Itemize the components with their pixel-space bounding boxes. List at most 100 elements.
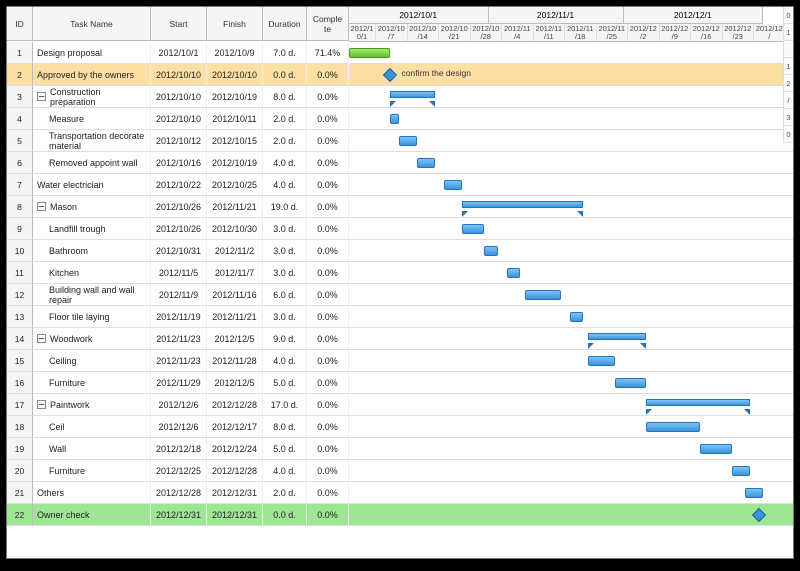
cell-task-name[interactable]: Kitchen [33,262,151,284]
cell-id[interactable]: 12 [7,284,33,306]
table-row[interactable]: 5Transportation decorate material2012/10… [7,130,793,152]
cell-id[interactable]: 2 [7,64,33,86]
cell-task-name[interactable]: Paintwork [33,394,151,416]
cell-task-name[interactable]: Ceil [33,416,151,438]
table-row[interactable]: 20Furniture2012/12/252012/12/284.0 d.0.0… [7,460,793,482]
milestone-diamond[interactable] [751,508,765,522]
task-bar[interactable] [390,114,399,124]
cell-id[interactable]: 9 [7,218,33,240]
cell-task-name[interactable]: Wall [33,438,151,460]
col-start[interactable]: Start [151,7,207,41]
table-row[interactable]: 2Approved by the owners2012/10/102012/10… [7,64,793,86]
cell-id[interactable]: 7 [7,174,33,196]
cell-id[interactable]: 6 [7,152,33,174]
col-duration[interactable]: Duration [263,7,307,41]
summary-bar[interactable] [588,333,647,340]
cell-task-name[interactable]: Building wall and wall repair [33,284,151,306]
cell-task-name[interactable]: Removed appoint wall [33,152,151,174]
summary-bar[interactable] [646,399,750,406]
cell-id[interactable]: 17 [7,394,33,416]
col-finish[interactable]: Finish [207,7,263,41]
table-row[interactable]: 8Mason2012/10/262012/11/2119.0 d.0.0% [7,196,793,218]
table-row[interactable]: 4Measure2012/10/102012/10/112.0 d.0.0% [7,108,793,130]
cell-task-name[interactable]: Furniture [33,372,151,394]
cell-id[interactable]: 10 [7,240,33,262]
task-bar[interactable] [484,246,498,256]
table-row[interactable]: 9Landfill trough2012/10/262012/10/303.0 … [7,218,793,240]
task-bar[interactable] [444,180,462,190]
table-row[interactable]: 14Woodwork2012/11/232012/12/59.0 d.0.0% [7,328,793,350]
cell-task-name[interactable]: Measure [33,108,151,130]
cell-task-name[interactable]: Others [33,482,151,504]
cell-task-name[interactable]: Transportation decorate material [33,130,151,152]
task-bar[interactable] [732,466,750,476]
cell-id[interactable]: 8 [7,196,33,218]
expand-toggle-icon[interactable] [37,400,46,409]
cell-task-name[interactable]: Floor tile laying [33,306,151,328]
task-bar[interactable] [646,422,700,432]
summary-bar[interactable] [462,201,584,208]
task-bar[interactable] [745,488,763,498]
table-row[interactable]: 16Furniture2012/11/292012/12/55.0 d.0.0% [7,372,793,394]
table-row[interactable]: 7Water electrician2012/10/222012/10/254.… [7,174,793,196]
cell-task-name[interactable]: Owner check [33,504,151,526]
cell-id[interactable]: 21 [7,482,33,504]
cell-id[interactable]: 22 [7,504,33,526]
cell-id[interactable]: 14 [7,328,33,350]
expand-toggle-icon[interactable] [37,202,46,211]
cell-id[interactable]: 15 [7,350,33,372]
table-row[interactable]: 1Design proposal2012/10/12012/10/97.0 d.… [7,42,793,64]
cell-id[interactable]: 5 [7,130,33,152]
task-bar[interactable] [700,444,732,454]
cell-id[interactable]: 4 [7,108,33,130]
col-id[interactable]: ID [7,7,33,41]
table-row[interactable]: 10Bathroom2012/10/312012/11/23.0 d.0.0% [7,240,793,262]
table-row[interactable]: 3Construction preparation2012/10/102012/… [7,86,793,108]
table-row[interactable]: 19Wall2012/12/182012/12/245.0 d.0.0% [7,438,793,460]
cell-task-name[interactable]: Bathroom [33,240,151,262]
table-row[interactable]: 12Building wall and wall repair2012/11/9… [7,284,793,306]
task-bar[interactable] [349,48,390,58]
col-name[interactable]: Task Name [33,7,151,41]
expand-toggle-icon[interactable] [37,92,46,101]
cell-id[interactable]: 16 [7,372,33,394]
table-row[interactable]: 15Ceiling2012/11/232012/11/284.0 d.0.0% [7,350,793,372]
table-row[interactable]: 13Floor tile laying2012/11/192012/11/213… [7,306,793,328]
task-bar[interactable] [588,356,615,366]
task-bar[interactable] [399,136,417,146]
task-bar[interactable] [507,268,521,278]
task-bar[interactable] [525,290,561,300]
cell-id[interactable]: 20 [7,460,33,482]
cell-task-name[interactable]: Approved by the owners [33,64,151,86]
gantt-row [349,240,793,262]
cell-id[interactable]: 18 [7,416,33,438]
cell-id[interactable]: 1 [7,42,33,64]
task-bar[interactable] [570,312,584,322]
table-row[interactable]: 18Ceil2012/12/62012/12/178.0 d.0.0% [7,416,793,438]
cell-task-name[interactable]: Mason [33,196,151,218]
task-bar[interactable] [462,224,485,234]
cell-id[interactable]: 13 [7,306,33,328]
cell-complete: 0.0% [307,108,349,130]
table-row[interactable]: 6Removed appoint wall2012/10/162012/10/1… [7,152,793,174]
cell-task-name[interactable]: Ceiling [33,350,151,372]
table-row[interactable]: 21Others2012/12/282012/12/312.0 d.0.0% [7,482,793,504]
cell-id[interactable]: 19 [7,438,33,460]
table-row[interactable]: 11Kitchen2012/11/52012/11/73.0 d.0.0% [7,262,793,284]
col-complete[interactable]: Comple te [307,7,349,41]
summary-bar[interactable] [390,91,435,98]
milestone-diamond[interactable] [382,68,396,82]
cell-task-name[interactable]: Woodwork [33,328,151,350]
cell-task-name[interactable]: Design proposal [33,42,151,64]
table-row[interactable]: 22Owner check2012/12/312012/12/310.0 d.0… [7,504,793,526]
cell-task-name[interactable]: Water electrician [33,174,151,196]
cell-task-name[interactable]: Furniture [33,460,151,482]
cell-id[interactable]: 11 [7,262,33,284]
table-row[interactable]: 17Paintwork2012/12/62012/12/2817.0 d.0.0… [7,394,793,416]
task-bar[interactable] [615,378,647,388]
cell-id[interactable]: 3 [7,86,33,108]
task-bar[interactable] [417,158,435,168]
expand-toggle-icon[interactable] [37,334,46,343]
cell-task-name[interactable]: Landfill trough [33,218,151,240]
cell-task-name[interactable]: Construction preparation [33,86,151,108]
